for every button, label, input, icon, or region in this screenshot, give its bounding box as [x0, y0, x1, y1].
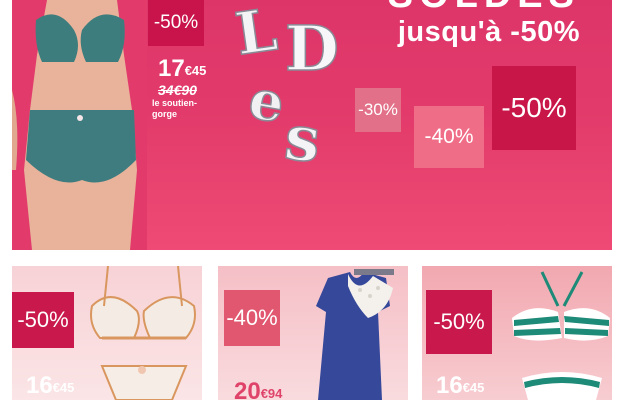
headline-soldes: SOLDES — [388, 0, 580, 17]
card-price-euros: 20 — [234, 378, 261, 400]
hero-discount-badge: -50% — [148, 0, 204, 46]
card-price: 16€45 — [26, 374, 74, 398]
card-discount-badge: -50% — [12, 292, 74, 348]
lingerie-model-image — [12, 0, 147, 250]
card-price: 16€45 — [436, 374, 484, 398]
lace-lingerie-image — [90, 266, 196, 400]
striped-bikini-image — [512, 271, 610, 400]
hero-price-description: le soutien-gorge — [152, 98, 198, 119]
card-price-cents: €94 — [260, 386, 283, 400]
headline-discount-text: jusqu'à -50% — [397, 16, 580, 48]
hero-banner[interactable]: -50% 17€45 34€90 le soutien-gorge L D e … — [12, 0, 612, 250]
product-card-swimwear[interactable]: -50% 16€45 — [422, 266, 612, 400]
hero-price-euros: 17 — [158, 55, 185, 82]
svg-text:L: L — [231, 0, 281, 69]
hero-price-cents: €45 — [184, 63, 207, 78]
hero-old-price: 34€90 — [158, 82, 197, 98]
discount-square-30: -30% — [355, 88, 401, 132]
svg-text:D: D — [285, 12, 339, 85]
card-price-cents: €45 — [52, 380, 75, 395]
card-price: 20€94 — [234, 380, 282, 400]
card-discount-badge: -40% — [224, 290, 280, 346]
svg-text:s: s — [281, 100, 323, 170]
card-discount-badge: -50% — [426, 290, 492, 354]
product-card-lingerie[interactable]: -50% 16€45 — [12, 266, 202, 400]
card-price-euros: 16 — [436, 372, 463, 399]
card-price-euros: 16 — [26, 372, 53, 399]
blue-nightdress-image — [316, 269, 394, 400]
svg-text:e: e — [244, 66, 289, 135]
card-price-cents: €45 — [462, 380, 485, 395]
soldes-3d-letters-image: L D e s — [231, 0, 340, 170]
discount-square-50: -50% — [492, 66, 576, 150]
product-card-nightwear[interactable]: -40% 20€94 — [218, 266, 408, 400]
hero-price: 17€45 — [158, 57, 206, 81]
discount-square-40: -40% — [414, 106, 484, 168]
